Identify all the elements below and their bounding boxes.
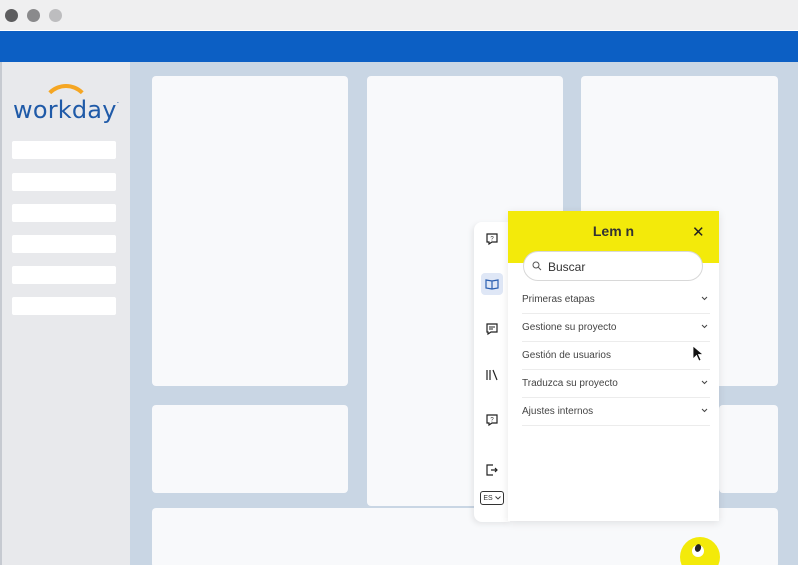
sidebar-item[interactable] (12, 204, 116, 222)
chat-icon[interactable] (483, 320, 501, 338)
chevron-down-icon (701, 380, 708, 385)
language-select[interactable]: ES (480, 491, 504, 505)
menu-item-label: Traduzca su proyecto (522, 378, 618, 389)
menu-item-primeras-etapas[interactable]: Primeras etapas (522, 288, 710, 314)
search-input[interactable] (548, 259, 698, 275)
book-icon[interactable] (481, 273, 503, 295)
chevron-down-icon (701, 296, 708, 301)
window-minimize-button[interactable] (27, 9, 40, 22)
chevron-down-icon (701, 408, 708, 413)
help-icon[interactable]: ? (483, 230, 501, 248)
lemon-icon-rail: ? ? ES (474, 222, 510, 522)
content-card (152, 76, 348, 386)
lemon-help-panel: Lem n ✕ Primeras etapas Gestione su proy… (508, 211, 719, 521)
search-box[interactable] (523, 251, 703, 281)
menu-item-ajustes-internos[interactable]: Ajustes internos (522, 400, 710, 426)
window-titlebar (0, 0, 798, 30)
menu-item-label: Ajustes internos (522, 406, 594, 417)
help-icon[interactable]: ? (483, 411, 501, 429)
app-header-bar (0, 31, 798, 62)
close-icon[interactable]: ✕ (692, 223, 705, 241)
menu-item-label: Gestión de usuarios (522, 350, 611, 361)
menu-item-traduzca-proyecto[interactable]: Traduzca su proyecto (522, 372, 710, 398)
content-card (719, 405, 778, 493)
logout-icon[interactable] (483, 461, 501, 479)
window-close-button[interactable] (5, 9, 18, 22)
sidebar-item[interactable] (12, 173, 116, 191)
panel-title: Lem n (592, 223, 635, 239)
menu-item-gestione-proyecto[interactable]: Gestione su proyecto (522, 316, 710, 342)
menu-item-label: Gestione su proyecto (522, 322, 617, 333)
menu-item-gestion-usuarios[interactable]: Gestión de usuarios (522, 344, 710, 370)
sidebar-item[interactable] (12, 297, 116, 315)
language-label: ES (483, 494, 493, 502)
menu-item-label: Primeras etapas (522, 294, 595, 305)
mouse-cursor-icon (692, 345, 705, 362)
sidebar-item[interactable] (12, 235, 116, 253)
sidebar: workday. (0, 62, 130, 565)
library-icon[interactable] (483, 366, 501, 384)
window-maximize-button[interactable] (49, 9, 62, 22)
chevron-down-icon (701, 324, 708, 329)
search-icon (532, 261, 542, 271)
sidebar-item[interactable] (12, 141, 116, 159)
content-card (152, 405, 348, 493)
sidebar-item[interactable] (12, 266, 116, 284)
chevron-down-icon (494, 496, 501, 500)
workday-logo[interactable]: workday. (13, 82, 120, 126)
logo-text: workday. (13, 96, 120, 124)
